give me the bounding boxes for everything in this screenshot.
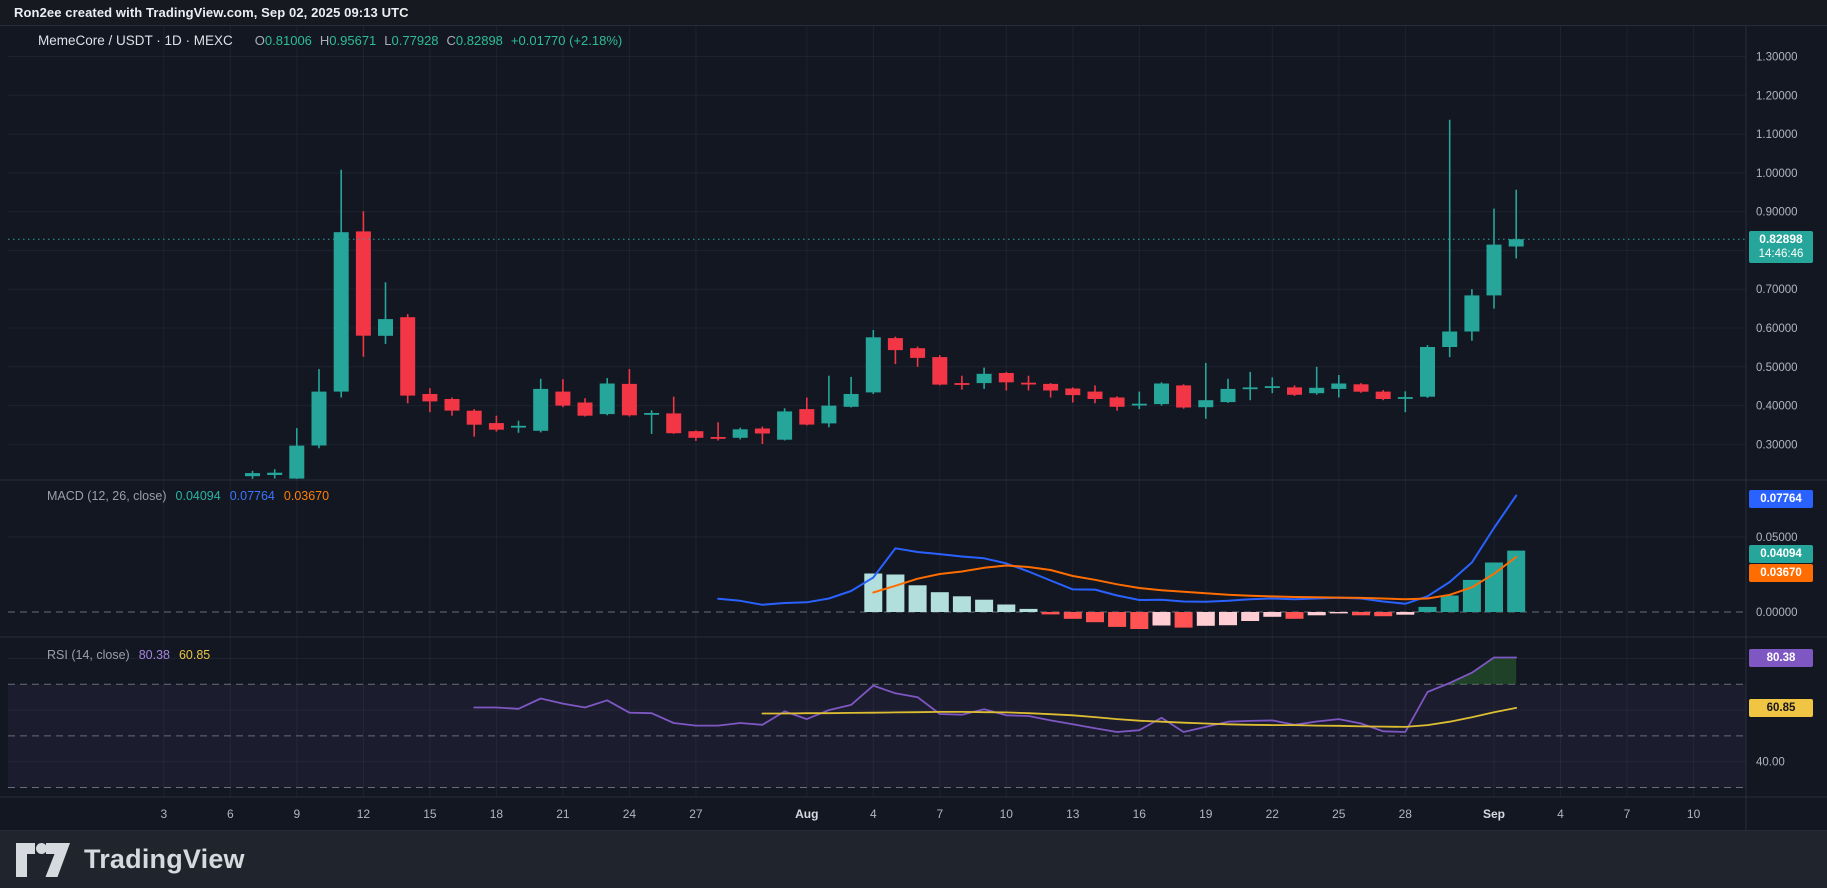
svg-text:19: 19 <box>1199 807 1213 821</box>
svg-text:15: 15 <box>423 807 437 821</box>
svg-text:22: 22 <box>1266 807 1280 821</box>
svg-text:1.00000: 1.00000 <box>1756 168 1798 180</box>
svg-text:28: 28 <box>1399 807 1413 821</box>
macd-legend[interactable]: MACD (12, 26, close) 0.04094 0.07764 0.0367… <box>47 489 329 503</box>
svg-text:21: 21 <box>556 807 570 821</box>
axis-value-badge: 0.07764 <box>1749 490 1813 508</box>
ohlc-key: L <box>384 33 392 48</box>
svg-text:12: 12 <box>357 807 371 821</box>
axis-value-badge: 0.04094 <box>1749 545 1813 563</box>
ohlc-value: 0.95671 <box>329 33 377 48</box>
svg-text:0.30000: 0.30000 <box>1756 439 1798 451</box>
snapshot-header-bar: Ron2ee created with TradingView.com, Sep… <box>0 0 1827 26</box>
svg-text:6: 6 <box>227 807 234 821</box>
svg-text:27: 27 <box>689 807 703 821</box>
indicator-value: 0.07764 <box>229 489 275 503</box>
svg-text:Sep: Sep <box>1483 807 1505 821</box>
symbol-legend[interactable]: MemeCore / USDT · 1D · MEXC O0.81006 H0.95… <box>38 33 622 48</box>
rsi-indicator-name: RSI <box>47 648 68 662</box>
svg-text:13: 13 <box>1066 807 1080 821</box>
svg-text:1.10000: 1.10000 <box>1756 129 1798 141</box>
svg-text:0.90000: 0.90000 <box>1756 207 1798 219</box>
svg-text:0.40000: 0.40000 <box>1756 401 1798 413</box>
last-price-value: 0.82898 <box>1759 232 1803 246</box>
svg-text:18: 18 <box>490 807 504 821</box>
ohlc-value: 0.82898 <box>455 33 503 48</box>
ohlc-value: 0.81006 <box>264 33 312 48</box>
snapshot-note: Ron2ee created with TradingView.com, Sep… <box>14 5 409 20</box>
axis-value-badge: 80.38 <box>1749 649 1813 667</box>
symbol-title: MemeCore / USDT · 1D · MEXC <box>38 33 233 48</box>
indicator-value: 0.04094 <box>175 489 221 503</box>
svg-text:16: 16 <box>1133 807 1147 821</box>
svg-text:0.05000: 0.05000 <box>1756 532 1798 544</box>
indicator-value: 80.38 <box>138 648 170 662</box>
svg-text:10: 10 <box>1000 807 1014 821</box>
svg-text:3: 3 <box>160 807 167 821</box>
indicator-value: 0.03670 <box>283 489 330 503</box>
svg-text:1.20000: 1.20000 <box>1756 90 1798 102</box>
rsi-values: 80.38 60.85 <box>130 648 211 662</box>
ohlc-key: C <box>446 33 456 48</box>
macd-indicator-params: (12, 26, close) <box>87 489 167 503</box>
rsi-legend[interactable]: RSI (14, close) 80.38 60.85 <box>47 648 210 662</box>
brand-name: TradingView <box>84 844 245 874</box>
svg-text:0.00000: 0.00000 <box>1756 607 1798 619</box>
brand-footer-bar: TradingView <box>0 830 1827 888</box>
axis-value-badge: 0.03670 <box>1749 564 1813 582</box>
tradingview-logo-icon <box>16 842 74 877</box>
rsi-indicator-params: (14, close) <box>71 648 130 662</box>
ohlc-values: O0.81006 H0.95671 L0.77928 C0.82898 <box>247 33 503 48</box>
svg-text:Aug: Aug <box>795 807 818 821</box>
svg-text:1.30000: 1.30000 <box>1756 52 1798 64</box>
ohlc-key: H <box>319 33 330 48</box>
svg-text:9: 9 <box>293 807 300 821</box>
svg-text:4: 4 <box>1557 807 1564 821</box>
svg-text:4: 4 <box>870 807 877 821</box>
candle-countdown: 14:46:46 <box>1758 248 1804 260</box>
svg-text:0.50000: 0.50000 <box>1756 362 1798 374</box>
macd-values: 0.04094 0.07764 0.03670 <box>167 489 330 503</box>
tradingview-snapshot: 1.30000 1.20000 1.10000 1.00000 0.90000 0.700… <box>0 0 1827 888</box>
indicator-value: 60.85 <box>178 648 211 662</box>
svg-text:24: 24 <box>623 807 637 821</box>
last-price-badge: 0.82898 14:46:46 <box>1749 231 1813 263</box>
svg-text:25: 25 <box>1332 807 1346 821</box>
ohlc-value: 0.77928 <box>391 33 439 48</box>
svg-text:10: 10 <box>1687 807 1701 821</box>
svg-text:0.70000: 0.70000 <box>1756 284 1798 296</box>
ohlc-key: O <box>254 33 265 48</box>
axis-value-badge: 60.85 <box>1749 699 1813 717</box>
svg-text:0.60000: 0.60000 <box>1756 323 1798 335</box>
svg-text:7: 7 <box>1624 807 1631 821</box>
svg-text:7: 7 <box>936 807 943 821</box>
macd-indicator-name: MACD <box>47 489 84 503</box>
price-change: +0.01770 (+2.18%) <box>510 33 623 48</box>
chart-canvas[interactable]: 1.30000 1.20000 1.10000 1.00000 0.90000 0.700… <box>0 0 1827 888</box>
svg-text:40.00: 40.00 <box>1756 757 1785 769</box>
